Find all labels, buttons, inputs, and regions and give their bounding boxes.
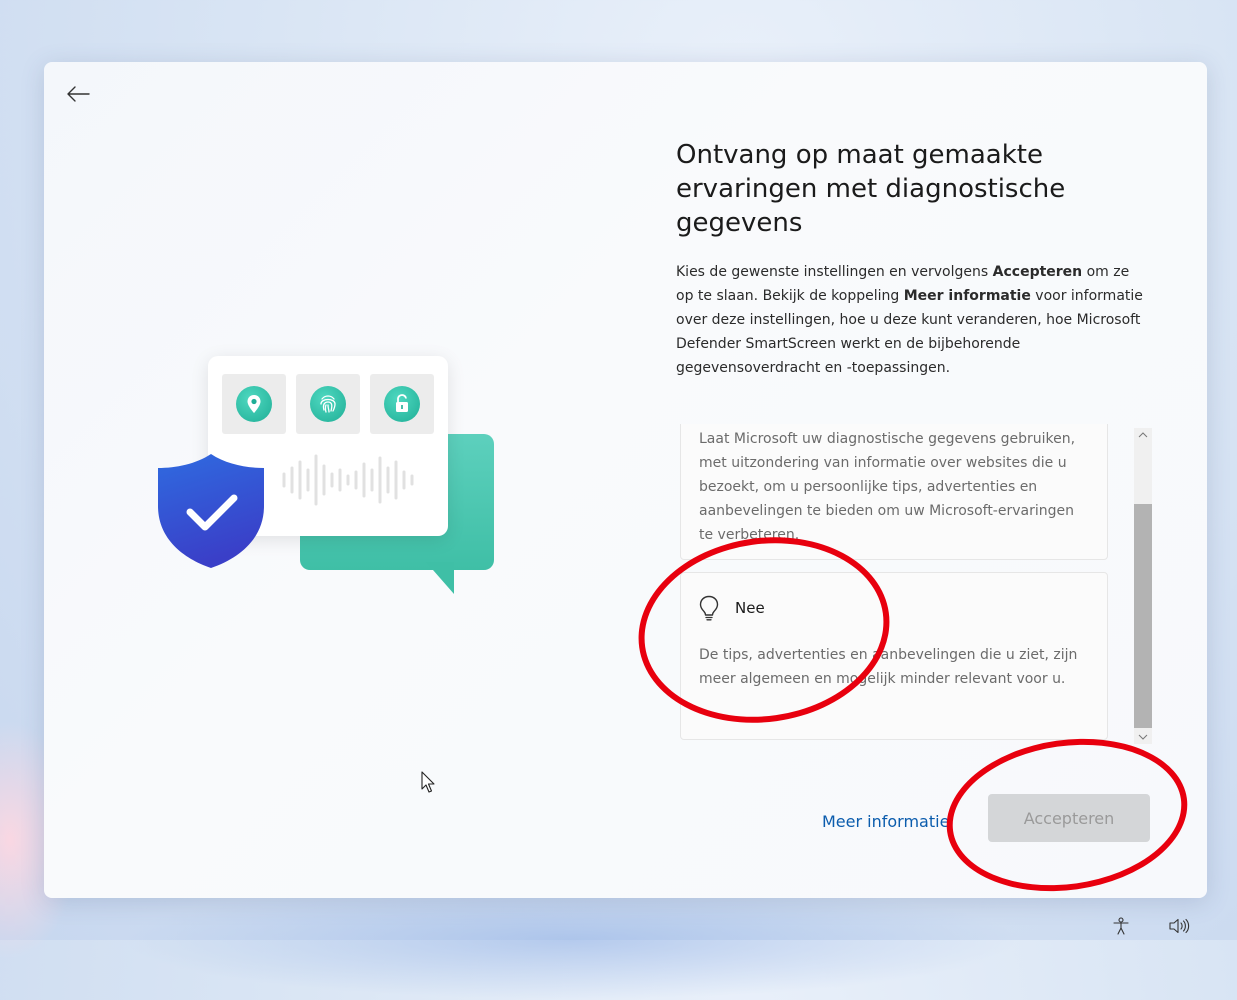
unlock-icon [396,394,408,412]
scrollbar-thumb[interactable] [1134,504,1152,728]
page-title: Ontvang op maat gemaakte ervaringen met … [676,140,1066,238]
fingerprint-icon [320,395,336,413]
more-info-link[interactable]: Meer informatie [822,812,949,831]
location-pin-icon [247,395,261,413]
mouse-pointer-icon [421,771,435,793]
description-moreinfo-emphasis: Meer informatie [903,288,1031,304]
description-accept-emphasis: Accepteren [992,264,1083,280]
option-description: De tips, advertenties en aanbevelingen d… [699,647,1078,687]
option-label: Nee [735,599,765,617]
location-tile [222,374,286,434]
options-scrollbar[interactable] [1134,428,1152,744]
chevron-down-icon [1138,734,1148,740]
accessibility-figure-icon [1113,917,1129,935]
scroll-down-button[interactable] [1134,730,1152,744]
oobe-dialog: Ontvang op maat gemaakte ervaringen met … [44,62,1207,898]
option-no[interactable]: Nee De tips, advertenties en aanbeveling… [680,572,1108,740]
speaker-icon [1169,918,1190,934]
fingerprint-tile [296,374,360,434]
volume-icon[interactable] [1168,916,1190,936]
option-description: Laat Microsoft uw diagnostische gegevens… [699,431,1076,543]
chevron-up-icon [1138,432,1148,438]
description-text: Kies de gewenste instellingen en vervolg… [676,264,993,280]
unlock-tile [370,374,434,434]
illustration [44,62,644,898]
accessibility-icon[interactable] [1110,916,1132,936]
options-list[interactable]: Laat Microsoft uw diagnostische gegevens… [676,424,1156,746]
accept-button[interactable]: Accepteren [988,794,1150,842]
chat-bubble-tail [426,562,454,594]
security-shield-icon [158,454,264,568]
sound-wave-graphic [282,454,414,506]
option-yes[interactable]: Laat Microsoft uw diagnostische gegevens… [680,424,1108,560]
background-glow [120,880,1020,1000]
lightbulb-icon [699,595,719,621]
page-description: Kies de gewenste instellingen en vervolg… [676,260,1146,380]
scroll-up-button[interactable] [1134,428,1152,442]
